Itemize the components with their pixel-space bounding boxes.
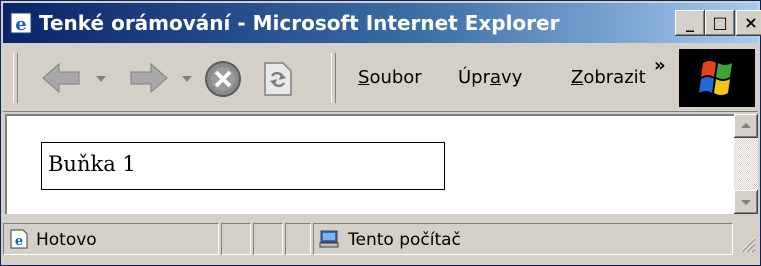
browser-window: e Tenké orámování - Microsoft Internet E… <box>0 0 761 266</box>
zone-text: Tento počítač <box>348 230 461 250</box>
status-panel-main: e Hotovo <box>3 223 219 255</box>
title-bar[interactable]: e Tenké orámování - Microsoft Internet E… <box>3 3 761 43</box>
back-arrow-icon[interactable] <box>41 61 81 95</box>
toolbar-grip[interactable] <box>13 53 18 103</box>
toolbar-grip[interactable] <box>331 53 336 103</box>
resize-grip-icon[interactable] <box>736 233 756 253</box>
status-panel <box>221 223 251 255</box>
windows-logo-icon <box>699 61 732 95</box>
close-button[interactable]: × <box>736 10 761 36</box>
vertical-scrollbar[interactable] <box>734 114 758 214</box>
menu-file[interactable]: Soubor <box>358 66 422 90</box>
arrow-down-icon <box>741 200 751 205</box>
status-panel <box>253 223 283 255</box>
status-bar: e Hotovo Tento počítač <box>3 217 758 263</box>
computer-icon <box>319 230 339 248</box>
minimize-icon: _ <box>686 13 694 32</box>
status-panel-zone: Tento počítač <box>313 223 733 255</box>
window-title: Tenké orámování - Microsoft Internet Exp… <box>39 11 560 35</box>
toolbar: Soubor Úpravy Zobrazit » <box>3 45 758 112</box>
status-panel <box>285 223 311 255</box>
dropdown-arrow-icon[interactable] <box>95 75 107 83</box>
more-chevron-icon[interactable]: » <box>654 57 666 75</box>
arrow-up-icon <box>741 123 751 128</box>
close-icon: × <box>744 13 758 32</box>
svg-text:e: e <box>15 14 26 35</box>
stop-icon[interactable] <box>203 59 243 99</box>
dropdown-arrow-icon[interactable] <box>181 75 193 83</box>
status-text: Hotovo <box>36 230 97 250</box>
refresh-icon[interactable] <box>261 61 295 97</box>
scroll-down-button[interactable] <box>734 190 758 214</box>
menu-view[interactable]: Zobrazit <box>571 66 646 90</box>
maximize-icon: □ <box>712 13 728 32</box>
windows-throbber <box>679 49 755 107</box>
ie-logo-icon: e <box>10 12 32 35</box>
scroll-up-button[interactable] <box>734 114 758 138</box>
cell-text: Buňka 1 <box>48 152 136 176</box>
menu-edit[interactable]: Úpravy <box>458 66 522 90</box>
minimize-button[interactable]: _ <box>675 10 705 36</box>
page-content: Buňka 1 <box>5 114 734 214</box>
maximize-button[interactable]: □ <box>705 10 735 36</box>
svg-text:e: e <box>15 234 23 249</box>
forward-arrow-icon[interactable] <box>129 61 169 95</box>
table-cell: Buňka 1 <box>41 142 445 190</box>
page-done-icon: e <box>10 229 28 249</box>
